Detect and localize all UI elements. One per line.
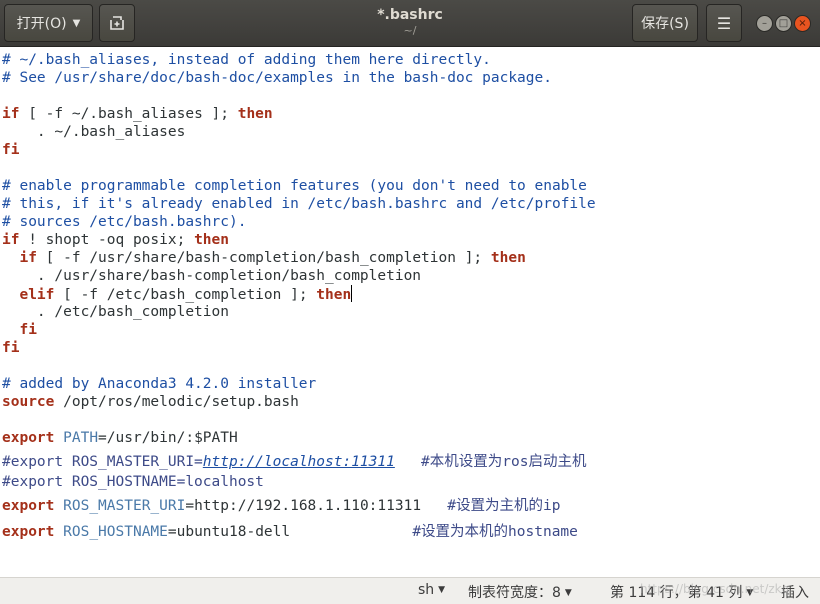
code-text: [ -f ~/.bash_aliases ];	[19, 106, 238, 122]
comment-text: # See /usr/share/doc/bash-doc/examples i…	[2, 70, 552, 86]
keyword: export	[2, 498, 55, 514]
open-button[interactable]: 打开(O) ▼	[4, 4, 93, 42]
code-text: =http://192.168.1.110:11311	[185, 498, 422, 514]
comment-text: #export ROS_MASTER_URI=	[2, 454, 203, 470]
comment-text: # ~/.bash_aliases, instead of adding the…	[2, 52, 491, 68]
tab-width-selector[interactable]: 制表符宽度：8 ▼	[468, 582, 572, 602]
comment-text: #export ROS_HOSTNAME=localhost	[2, 474, 264, 490]
document-title: *.bashrc	[377, 7, 443, 23]
maximize-icon: □	[778, 18, 789, 29]
code-line: . /etc/bash_completion	[2, 303, 229, 321]
watermark-text: https://blog.csdn.net/zkq	[640, 582, 790, 596]
code-text: =/usr/bin/:$PATH	[98, 430, 238, 446]
code-text: [ -f /etc/bash_completion ];	[54, 287, 317, 303]
keyword: export	[2, 430, 55, 446]
keyword: fi	[19, 322, 37, 338]
close-button[interactable]: ×	[794, 15, 811, 32]
code-text: =ubuntu18-dell	[167, 524, 291, 540]
code-line: # added by Anaconda3 4.2.0 installer	[2, 375, 316, 393]
code-line: # enable programmable completion feature…	[2, 177, 587, 195]
comment-text: # enable programmable completion feature…	[2, 178, 587, 194]
minimize-button[interactable]: –	[756, 15, 773, 32]
save-button[interactable]: 保存(S)	[632, 4, 698, 42]
code-line: elif [ -f /etc/bash_completion ]; then	[2, 285, 353, 303]
variable-name: ROS_HOSTNAME	[63, 524, 168, 540]
keyword: then	[316, 287, 352, 303]
tab-width-label: 制表符宽度：8	[468, 585, 561, 601]
variable-name: PATH	[63, 430, 99, 446]
code-line: source /opt/ros/melodic/setup.bash	[2, 393, 299, 411]
code-line: # ~/.bash_aliases, instead of adding the…	[2, 51, 491, 69]
menu-button[interactable]: ☰	[706, 4, 742, 42]
chevron-down-icon: ▼	[564, 588, 572, 598]
code-text: [ -f /usr/share/bash-completion/bash_com…	[36, 250, 491, 266]
comment-text: #设置为本机的hostname	[290, 524, 578, 540]
code-line: # sources /etc/bash.bashrc).	[2, 213, 246, 231]
code-line: #export ROS_MASTER_URI=http://localhost:…	[2, 453, 586, 471]
code-line: fi	[2, 321, 37, 339]
keyword: fi	[2, 340, 20, 356]
code-text: . /etc/bash_completion	[2, 304, 229, 320]
code-line: export ROS_MASTER_URI=http://192.168.1.1…	[2, 497, 560, 515]
code-line: export ROS_HOSTNAME=ubuntu18-dell #设置为本机…	[2, 523, 578, 541]
code-line: if ! shopt -oq posix; then	[2, 231, 229, 249]
code-text: /opt/ros/melodic/setup.bash	[54, 394, 299, 410]
code-line: # this, if it's already enabled in /etc/…	[2, 195, 596, 213]
code-line: if [ -f /usr/share/bash-completion/bash_…	[2, 249, 526, 267]
language-label: sh	[418, 582, 435, 598]
text-cursor	[351, 285, 353, 302]
header-bar: 打开(O) ▼ *.bashrc ~/ 保存(S) ☰ – □ ×	[0, 0, 820, 47]
code-text: . /usr/share/bash-completion/bash_comple…	[2, 268, 422, 284]
keyword: if	[2, 232, 20, 248]
keyword: export	[2, 524, 55, 540]
comment-text: # this, if it's already enabled in /etc/…	[2, 196, 596, 212]
keyword: if	[19, 250, 37, 266]
new-document-button[interactable]	[99, 4, 135, 42]
code-line: . ~/.bash_aliases	[2, 123, 185, 141]
minimize-icon: –	[762, 18, 767, 29]
window-title-area: *.bashrc ~/	[300, 6, 520, 38]
keyword: then	[194, 232, 229, 248]
document-path: ~/	[403, 24, 417, 37]
comment-text: #设置为主机的ip	[421, 498, 561, 514]
keyword: then	[490, 250, 526, 266]
code-line: #export ROS_HOSTNAME=localhost	[2, 473, 264, 491]
keyword: fi	[2, 142, 20, 158]
language-selector[interactable]: sh ▼	[418, 582, 445, 598]
code-line: # See /usr/share/doc/bash-doc/examples i…	[2, 69, 552, 87]
keyword: source	[2, 394, 55, 410]
code-line: export PATH=/usr/bin/:$PATH	[2, 429, 238, 447]
code-line: fi	[2, 339, 19, 357]
chevron-down-icon: ▼	[438, 585, 446, 595]
chevron-down-icon: ▼	[72, 17, 81, 29]
variable-name: ROS_MASTER_URI	[63, 498, 186, 514]
code-text: ! shopt -oq posix;	[19, 232, 195, 248]
open-button-label: 打开(O)	[16, 16, 67, 32]
comment-text: # added by Anaconda3 4.2.0 installer	[2, 376, 317, 392]
code-text: . ~/.bash_aliases	[2, 124, 186, 140]
maximize-button[interactable]: □	[775, 15, 792, 32]
text-editor[interactable]: # ~/.bash_aliases, instead of adding the…	[0, 47, 820, 577]
code-line: . /usr/share/bash-completion/bash_comple…	[2, 267, 421, 285]
keyword: elif	[19, 287, 55, 303]
comment-text: #本机设置为ros启动主机	[394, 454, 587, 470]
close-icon: ×	[798, 18, 807, 29]
keyword: if	[2, 106, 20, 122]
hamburger-icon: ☰	[716, 13, 732, 33]
code-line: fi	[2, 141, 19, 159]
new-document-icon	[110, 16, 124, 30]
comment-text: # sources /etc/bash.bashrc).	[2, 214, 247, 230]
code-line: if [ -f ~/.bash_aliases ]; then	[2, 105, 273, 123]
comment-link[interactable]: http://localhost:11311	[203, 454, 395, 470]
keyword: then	[237, 106, 273, 122]
